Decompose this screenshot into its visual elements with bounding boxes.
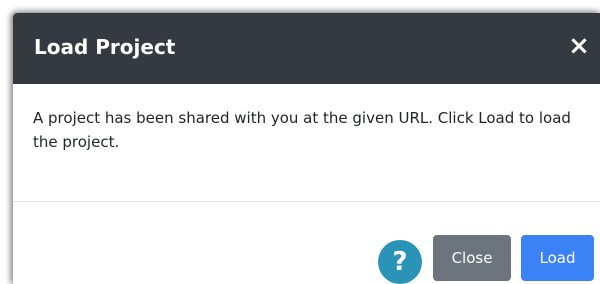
help-icon[interactable]: ? (378, 240, 422, 284)
dialog-body: A project has been shared with you at th… (13, 84, 600, 201)
dialog-footer: ? Close Load (13, 202, 600, 284)
page: Load Project × A project has been shared… (0, 0, 600, 284)
close-button[interactable]: Close (433, 235, 511, 281)
load-button[interactable]: Load (521, 235, 594, 281)
dialog-header: Load Project × (13, 13, 600, 84)
dialog-message: A project has been shared with you at th… (33, 109, 571, 151)
dialog-title: Load Project (34, 35, 176, 59)
close-icon[interactable]: × (567, 32, 591, 60)
load-project-dialog: Load Project × A project has been shared… (13, 13, 600, 284)
